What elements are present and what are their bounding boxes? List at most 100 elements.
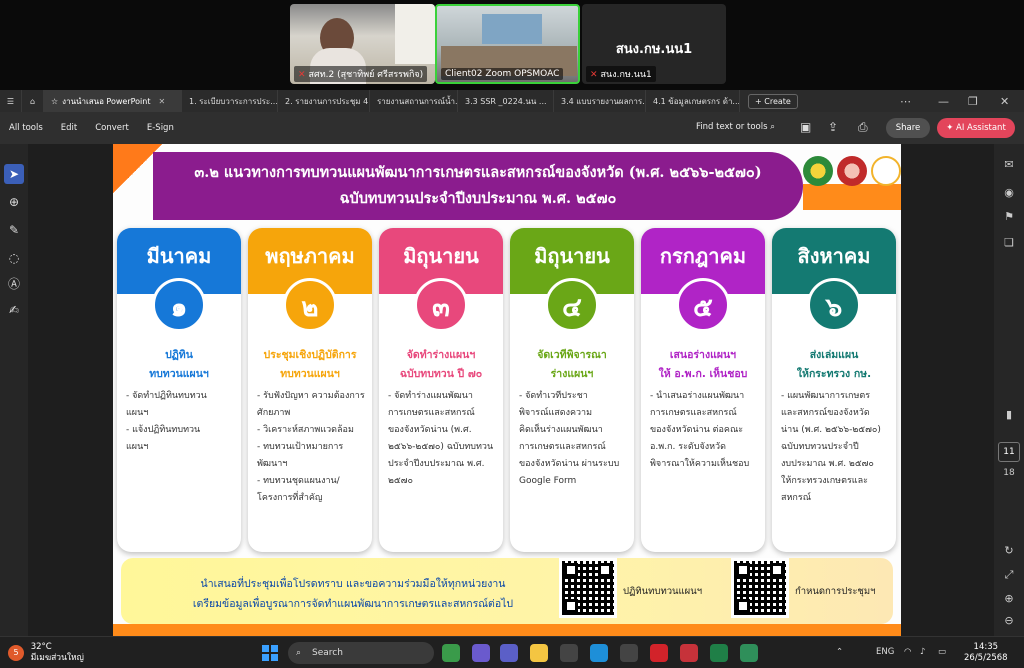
participant-name: ✕ สศท.2 (สุชาทิพย์ ศรีสรรพกิจ)	[294, 66, 428, 82]
save-icon[interactable]: ▣	[800, 120, 811, 134]
pdf-icon[interactable]	[680, 644, 698, 662]
acrobat-toolbar: All tools Edit Convert E-Sign Find text …	[0, 112, 1024, 144]
minimize-icon[interactable]: —	[938, 90, 949, 112]
card-month: กรกฎาคม	[659, 244, 747, 268]
card-body: - จัดทำเวทีประชา พิจารณ์แสดงความ คิดเห็น…	[519, 391, 620, 486]
tab-powerpoint[interactable]: ☆ งานนำเสนอ PowerPoint ✕	[44, 90, 182, 112]
pc-manager-icon[interactable]	[620, 644, 638, 662]
card-month: พฤษภาคม	[265, 244, 355, 268]
wifi-icon[interactable]: ◠	[904, 647, 911, 657]
card-heading: ประชุมเชิงปฏิบัติการ ทบทวนแผนฯ	[263, 349, 357, 380]
participant-name: ✕ สนง.กษ.นน1	[586, 66, 656, 82]
battery-icon[interactable]: ▭	[938, 647, 946, 657]
create-button[interactable]: + Create	[748, 93, 798, 109]
restore-icon[interactable]: ❐	[968, 90, 978, 112]
star-icon: ☆	[51, 96, 59, 106]
tab-doc-4[interactable]: 3.3 SSR _0224.นน ...	[458, 90, 554, 112]
teams-icon[interactable]	[500, 644, 518, 662]
card-body: - จัดทำปฏิทินทบทวน แผนฯ - แจ้งปฏิทินทบทว…	[126, 391, 207, 452]
home-icon[interactable]: ⌂	[22, 90, 44, 112]
ministry-logo	[803, 156, 833, 186]
tab-doc-5[interactable]: 3.4 แบบรายงานผลการ...	[554, 90, 646, 112]
bookmark-icon[interactable]: ⚑	[1000, 208, 1018, 226]
close-window-icon[interactable]: ✕	[1000, 90, 1009, 112]
ai-icon[interactable]: ◉	[1000, 184, 1018, 202]
bottom-orange-band	[113, 624, 901, 636]
step-number: ๕	[676, 278, 730, 332]
menu-icon[interactable]: ☰	[0, 90, 22, 112]
qr-code-calendar[interactable]	[559, 558, 617, 618]
tab-doc-1[interactable]: 1. ระเบียบวาระการประ...	[182, 90, 278, 112]
mic-muted-icon: ✕	[298, 70, 306, 80]
find-tools[interactable]: Find text or tools ⌕	[696, 122, 775, 132]
zoom-in-icon[interactable]: ⊕	[1000, 590, 1018, 608]
print-icon[interactable]: ⎙	[858, 120, 868, 135]
timeline-card: สิงหาคม๖ส่งเล่มแผน ให้กระทรวง กษ. - แผนพั…	[772, 228, 896, 552]
upload-icon[interactable]: ⇪	[828, 120, 838, 134]
menu-esign[interactable]: E-Sign	[138, 123, 183, 133]
qr-label-calendar: ปฏิทินทบทวนแผนฯ	[623, 586, 703, 597]
province-logo	[837, 156, 867, 186]
clock[interactable]: 14:35 26/5/2568	[964, 642, 1008, 664]
tab-bar: ☰ ⌂ ☆ งานนำเสนอ PowerPoint ✕ 1. ระเบียบวาร…	[0, 90, 1024, 112]
right-tool-rail: ✉ ◉ ⚑ ❏ ▮ 11 18 ↻ ⤢ ⊕ ⊖	[994, 144, 1024, 636]
zoom-tool-icon[interactable]: ⊕	[4, 192, 24, 212]
pages-icon[interactable]: ❏	[1000, 234, 1018, 252]
menu-edit[interactable]: Edit	[52, 123, 86, 133]
lasso-icon[interactable]: ◌	[4, 248, 24, 268]
zoom-out-icon[interactable]: ⊖	[1000, 612, 1018, 630]
search-icon: ⌕	[296, 648, 302, 658]
menu-convert[interactable]: Convert	[86, 123, 138, 133]
game-app-icon[interactable]	[442, 644, 460, 662]
office-logo	[871, 156, 901, 186]
step-number: ๖	[807, 278, 861, 332]
document-area[interactable]: ๓.๒ แนวทางการทบทวนแผนพัฒนาการเกษตรและสหก…	[28, 144, 994, 636]
rotate-icon[interactable]: ↻	[1000, 542, 1018, 560]
pen-icon[interactable]: ✎	[4, 220, 24, 240]
menu-all-tools[interactable]: All tools	[0, 123, 52, 133]
app-icon[interactable]	[740, 644, 758, 662]
page-total: 18	[1003, 468, 1015, 478]
video-tile-1[interactable]: ✕ สศท.2 (สุชาทิพย์ ศรีสรรพกิจ)	[290, 4, 435, 84]
file-explorer-icon[interactable]	[530, 644, 548, 662]
page-number-input[interactable]: 11	[998, 442, 1020, 462]
edge-icon[interactable]	[590, 644, 608, 662]
weather-desc: มีเมฆส่วนใหญ่	[30, 653, 84, 663]
tab-doc-6[interactable]: 4.1 ข้อมูลเกษตรกร ด้า...	[646, 90, 740, 112]
more-icon[interactable]: ⋯	[900, 90, 911, 112]
video-tile-2[interactable]: Client02 Zoom OPSMOAC	[435, 4, 580, 84]
timeline-card: มิถุนายน๓จัดทำร่างแผนฯ ฉบับทบทวน ปี ๗๐ - …	[379, 228, 503, 552]
step-number: ๒	[283, 278, 337, 332]
select-cursor-icon[interactable]: ➤	[4, 164, 24, 184]
card-heading: จัดเวทีพิจารณา ร่างแผนฯ	[537, 349, 607, 380]
copilot-icon[interactable]	[472, 644, 490, 662]
close-tab-icon[interactable]: ✕	[158, 97, 165, 106]
orange-corner	[803, 184, 901, 210]
search-icon: ⌕	[770, 122, 775, 132]
scrollbar[interactable]: ▮	[1000, 406, 1018, 424]
share-button[interactable]: Share	[886, 118, 930, 138]
language-indicator[interactable]: ENG	[876, 647, 894, 657]
notification-badge: 5	[8, 645, 24, 661]
signature-icon[interactable]: ✍	[4, 300, 24, 320]
slide: ๓.๒ แนวทางการทบทวนแผนพัฒนาการเกษตรและสหก…	[113, 144, 901, 636]
taskbar-search[interactable]: ⌕ Search	[288, 642, 434, 664]
sparkle-icon: ✦	[946, 123, 957, 133]
card-month: มิถุนายน	[534, 244, 610, 268]
tray-arrow-icon[interactable]: ⌃	[836, 647, 843, 657]
tab-doc-3[interactable]: รายงานสถานการณ์น้ำ...	[370, 90, 458, 112]
volume-icon[interactable]: ♪	[920, 647, 925, 657]
acrobat-icon[interactable]	[650, 644, 668, 662]
video-tile-3[interactable]: สนง.กษ.นน1 ✕ สนง.กษ.นน1	[582, 4, 726, 84]
excel-icon[interactable]	[710, 644, 728, 662]
comment-icon[interactable]: ✉	[1000, 156, 1018, 174]
qr-code-agenda[interactable]	[731, 558, 789, 618]
fit-page-icon[interactable]: ⤢	[1000, 566, 1018, 584]
card-body: - นำเสนอร่างแผนพัฒนา การเกษตรและสหกรณ์ ข…	[650, 391, 750, 469]
text-box-icon[interactable]: Ⓐ	[4, 274, 24, 294]
windows-start-icon[interactable]	[262, 645, 278, 661]
settings-icon[interactable]	[560, 644, 578, 662]
weather-widget[interactable]: 5 32°C มีเมฆส่วนใหญ่	[8, 642, 84, 664]
tab-doc-2[interactable]: 2. รายงานการประชุม 4...	[278, 90, 370, 112]
ai-assistant-button[interactable]: ✦ AI Assistant	[937, 118, 1015, 138]
